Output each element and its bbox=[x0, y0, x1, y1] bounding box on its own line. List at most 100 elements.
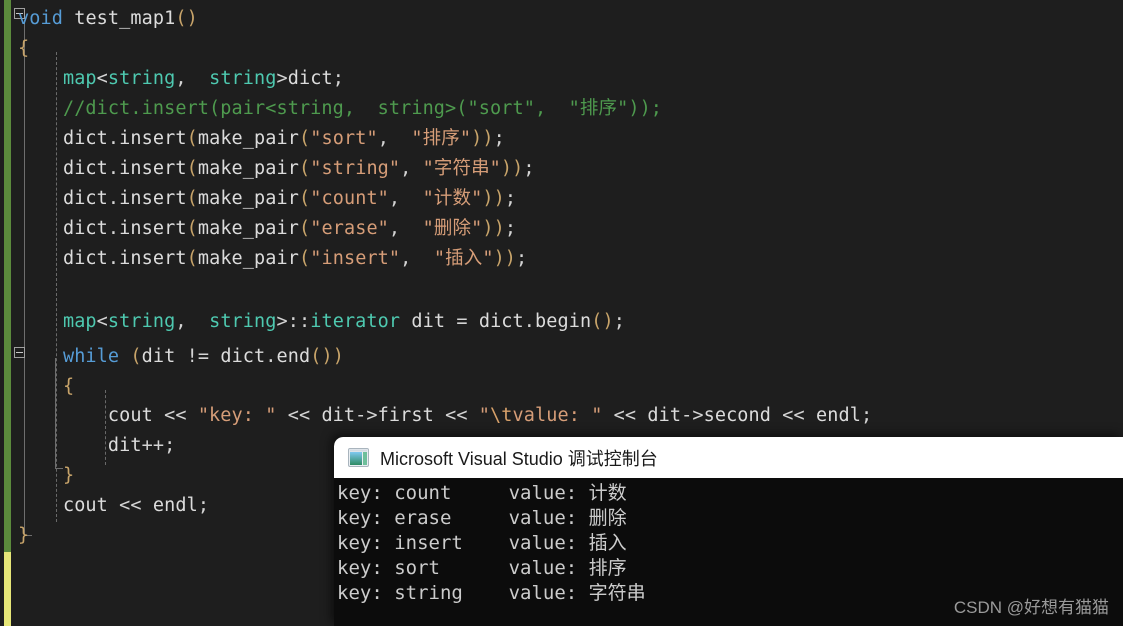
code-line[interactable]: dict.insert(make_pair("count", "计数")); bbox=[18, 184, 516, 214]
code-token: dit bbox=[400, 311, 457, 332]
console-line: key: erase value: 删除 bbox=[337, 507, 627, 529]
code-line[interactable]: //dict.insert(pair<string, string>("sort… bbox=[18, 94, 662, 124]
code-token: . bbox=[107, 188, 120, 209]
code-token: make_pair bbox=[197, 188, 299, 209]
code-token: () bbox=[310, 346, 333, 367]
code-token: "insert" bbox=[310, 248, 401, 269]
code-token: insert bbox=[119, 218, 187, 239]
code-token: dit bbox=[141, 346, 176, 367]
code-token: "sort" bbox=[310, 128, 378, 149]
code-token: make_pair bbox=[197, 128, 299, 149]
code-token: cout bbox=[107, 405, 153, 426]
code-line[interactable]: while (dit != dict.end()) bbox=[18, 342, 344, 372]
code-line[interactable]: dict.insert(make_pair("sort", "排序")); bbox=[18, 124, 505, 154]
code-line[interactable]: void test_map1() bbox=[18, 4, 198, 34]
code-line[interactable]: dict.insert(make_pair("erase", "删除")); bbox=[18, 214, 516, 244]
console-output[interactable]: key: count value: 计数 key: erase value: 删除… bbox=[334, 478, 1123, 626]
change-bar-saved bbox=[4, 0, 11, 552]
code-line[interactable]: } bbox=[18, 461, 74, 491]
code-token: end bbox=[276, 346, 311, 367]
code-line[interactable]: map<string, string>::iterator dit = dict… bbox=[18, 307, 625, 337]
code-token: -> bbox=[355, 405, 378, 426]
code-token: dict bbox=[220, 346, 266, 367]
code-token: )) bbox=[482, 188, 505, 209]
code-token: "erase" bbox=[310, 218, 389, 239]
code-token: string bbox=[209, 311, 277, 332]
code-token: . bbox=[265, 346, 277, 367]
code-token: endl bbox=[152, 495, 198, 516]
code-token: , bbox=[400, 158, 423, 179]
code-token: test_map1 bbox=[74, 8, 176, 29]
code-token: = bbox=[456, 311, 479, 332]
code-line[interactable]: { bbox=[18, 372, 74, 402]
code-token: " bbox=[478, 405, 491, 426]
console-window[interactable]: Microsoft Visual Studio 调试控制台 key: count… bbox=[334, 437, 1123, 626]
code-token: ; bbox=[613, 311, 625, 332]
code-token: insert bbox=[119, 128, 187, 149]
code-token: "字符串" bbox=[422, 158, 501, 179]
code-token: string bbox=[209, 68, 277, 89]
code-token: "key: " bbox=[197, 405, 277, 426]
code-token: insert bbox=[119, 188, 187, 209]
code-token: dict bbox=[478, 311, 524, 332]
code-token: "删除" bbox=[422, 218, 483, 239]
code-line[interactable]: map<string, string>dict; bbox=[18, 64, 344, 94]
code-token: dict bbox=[287, 68, 333, 89]
code-token: , bbox=[388, 188, 423, 209]
code-token: //dict.insert(pair<string, string>("sort… bbox=[18, 98, 663, 119]
code-token: ; bbox=[516, 248, 528, 269]
code-token: { bbox=[18, 38, 30, 59]
console-titlebar[interactable]: Microsoft Visual Studio 调试控制台 bbox=[334, 437, 1123, 478]
code-token: dict bbox=[62, 218, 108, 239]
watermark: CSDN @好想有猫猫 bbox=[953, 598, 1109, 617]
code-line[interactable]: cout << endl; bbox=[18, 491, 209, 521]
code-token: ; bbox=[164, 435, 176, 456]
code-line[interactable]: } bbox=[18, 521, 29, 551]
code-line[interactable]: { bbox=[18, 34, 29, 64]
code-token: ( bbox=[186, 188, 198, 209]
code-token: )) bbox=[500, 158, 524, 179]
code-token: . bbox=[107, 158, 120, 179]
code-token: << bbox=[276, 405, 322, 426]
code-token: ; bbox=[523, 158, 535, 179]
code-token: != bbox=[175, 346, 221, 367]
code-line[interactable]: dit++; bbox=[18, 431, 175, 461]
code-token: )) bbox=[493, 248, 517, 269]
code-token: ( bbox=[186, 248, 198, 269]
code-line[interactable]: dict.insert(make_pair("insert", "插入")); bbox=[18, 244, 527, 274]
code-token: ( bbox=[299, 248, 311, 269]
code-token: ( bbox=[299, 218, 311, 239]
code-token: iterator bbox=[310, 311, 401, 332]
code-token: ( bbox=[299, 128, 311, 149]
code-token: < bbox=[96, 68, 108, 89]
code-token: } bbox=[62, 465, 75, 486]
code-token: , bbox=[388, 218, 423, 239]
code-token: make_pair bbox=[197, 218, 299, 239]
code-token: , bbox=[175, 68, 210, 89]
code-token: void bbox=[18, 8, 75, 29]
code-line[interactable]: cout << "key: " << dit->first << "\tvalu… bbox=[18, 401, 872, 431]
code-token: "count" bbox=[310, 188, 389, 209]
code-line[interactable]: dict.insert(make_pair("string", "字符串")); bbox=[18, 154, 535, 184]
code-token: begin bbox=[535, 311, 592, 332]
code-token: second bbox=[703, 405, 772, 426]
code-token: make_pair bbox=[197, 248, 299, 269]
code-token: \t bbox=[490, 405, 513, 426]
code-token: make_pair bbox=[197, 158, 299, 179]
code-token: ( bbox=[299, 158, 311, 179]
code-line[interactable] bbox=[18, 274, 29, 304]
code-token: ( bbox=[186, 158, 198, 179]
code-token: . bbox=[523, 311, 536, 332]
code-token: "计数" bbox=[422, 188, 483, 209]
code-token: while bbox=[62, 346, 120, 367]
